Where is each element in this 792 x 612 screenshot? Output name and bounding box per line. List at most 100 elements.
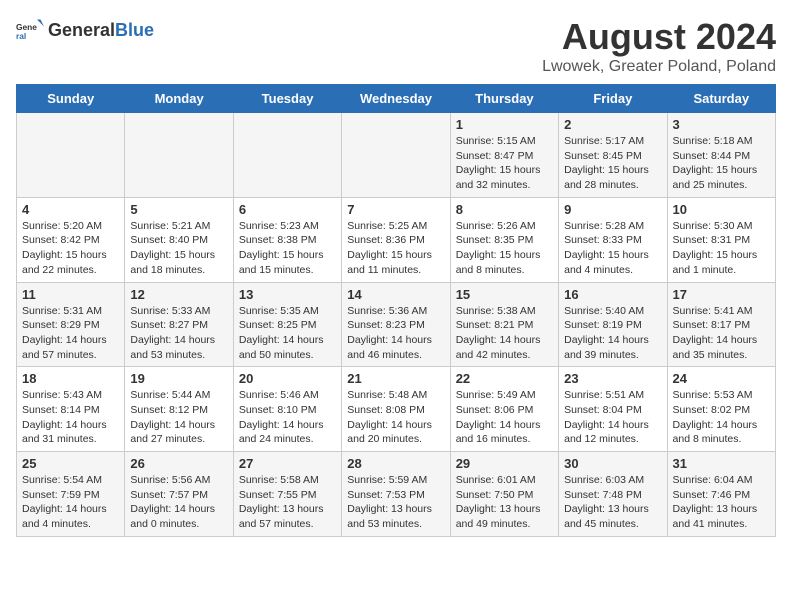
day-info: Sunrise: 5:21 AM Sunset: 8:40 PM Dayligh… bbox=[130, 219, 227, 278]
calendar-cell: 10 Sunrise: 5:30 AM Sunset: 8:31 PM Dayli… bbox=[667, 197, 775, 282]
day-info: Sunrise: 5:44 AM Sunset: 8:12 PM Dayligh… bbox=[130, 388, 227, 447]
day-number: 18 bbox=[22, 371, 119, 386]
day-info: Sunrise: 5:35 AM Sunset: 8:25 PM Dayligh… bbox=[239, 304, 336, 363]
calendar-header: SundayMondayTuesdayWednesdayThursdayFrid… bbox=[17, 85, 776, 113]
day-info: Sunrise: 5:30 AM Sunset: 8:31 PM Dayligh… bbox=[673, 219, 770, 278]
calendar-body: 1 Sunrise: 5:15 AM Sunset: 8:47 PM Daylig… bbox=[17, 113, 776, 537]
day-info: Sunrise: 5:18 AM Sunset: 8:44 PM Dayligh… bbox=[673, 134, 770, 193]
title-block: August 2024 Lwowek, Greater Poland, Pola… bbox=[542, 16, 776, 76]
day-info: Sunrise: 5:43 AM Sunset: 8:14 PM Dayligh… bbox=[22, 388, 119, 447]
logo-general-text: General bbox=[48, 20, 115, 40]
calendar-cell: 28 Sunrise: 5:59 AM Sunset: 7:53 PM Dayli… bbox=[342, 452, 450, 537]
day-info: Sunrise: 6:03 AM Sunset: 7:48 PM Dayligh… bbox=[564, 473, 661, 532]
calendar-cell: 25Sunrise: 5:54 AM Sunset: 7:59 PM Dayli… bbox=[17, 452, 125, 537]
day-number: 23 bbox=[564, 371, 661, 386]
day-info: Sunrise: 5:33 AM Sunset: 8:27 PM Dayligh… bbox=[130, 304, 227, 363]
calendar-week-row: 25Sunrise: 5:54 AM Sunset: 7:59 PM Dayli… bbox=[17, 452, 776, 537]
day-number: 5 bbox=[130, 202, 227, 217]
calendar-cell: 21 Sunrise: 5:48 AM Sunset: 8:08 PM Dayli… bbox=[342, 367, 450, 452]
page-header: Gene ral GeneralBlue August 2024 Lwowek,… bbox=[16, 16, 776, 76]
calendar-cell: 9 Sunrise: 5:28 AM Sunset: 8:33 PM Daylig… bbox=[559, 197, 667, 282]
calendar-cell: 18 Sunrise: 5:43 AM Sunset: 8:14 PM Dayli… bbox=[17, 367, 125, 452]
day-number: 29 bbox=[456, 456, 553, 471]
day-info: Sunrise: 5:23 AM Sunset: 8:38 PM Dayligh… bbox=[239, 219, 336, 278]
day-number: 13 bbox=[239, 287, 336, 302]
day-number: 6 bbox=[239, 202, 336, 217]
calendar-cell: 15 Sunrise: 5:38 AM Sunset: 8:21 PM Dayli… bbox=[450, 282, 558, 367]
day-info: Sunrise: 5:41 AM Sunset: 8:17 PM Dayligh… bbox=[673, 304, 770, 363]
calendar-cell: 11Sunrise: 5:31 AM Sunset: 8:29 PM Dayli… bbox=[17, 282, 125, 367]
calendar-week-row: 1 Sunrise: 5:15 AM Sunset: 8:47 PM Daylig… bbox=[17, 113, 776, 198]
calendar-cell: 12Sunrise: 5:33 AM Sunset: 8:27 PM Dayli… bbox=[125, 282, 233, 367]
day-number: 3 bbox=[673, 117, 770, 132]
day-number: 26 bbox=[130, 456, 227, 471]
calendar-week-row: 18 Sunrise: 5:43 AM Sunset: 8:14 PM Dayli… bbox=[17, 367, 776, 452]
day-info: Sunrise: 5:59 AM Sunset: 7:53 PM Dayligh… bbox=[347, 473, 444, 532]
calendar-cell bbox=[125, 113, 233, 198]
day-of-week-header: Wednesday bbox=[342, 85, 450, 113]
day-number: 1 bbox=[456, 117, 553, 132]
svg-text:ral: ral bbox=[16, 31, 26, 41]
calendar-cell: 4 Sunrise: 5:20 AM Sunset: 8:42 PM Daylig… bbox=[17, 197, 125, 282]
calendar-cell: 31Sunrise: 6:04 AM Sunset: 7:46 PM Dayli… bbox=[667, 452, 775, 537]
calendar-cell bbox=[342, 113, 450, 198]
day-number: 7 bbox=[347, 202, 444, 217]
logo-blue-text: Blue bbox=[115, 20, 154, 40]
day-number: 19 bbox=[130, 371, 227, 386]
calendar-cell: 26Sunrise: 5:56 AM Sunset: 7:57 PM Dayli… bbox=[125, 452, 233, 537]
day-number: 10 bbox=[673, 202, 770, 217]
day-number: 2 bbox=[564, 117, 661, 132]
calendar-cell: 30 Sunrise: 6:03 AM Sunset: 7:48 PM Dayli… bbox=[559, 452, 667, 537]
day-info: Sunrise: 5:49 AM Sunset: 8:06 PM Dayligh… bbox=[456, 388, 553, 447]
day-of-week-header: Thursday bbox=[450, 85, 558, 113]
day-info: Sunrise: 5:26 AM Sunset: 8:35 PM Dayligh… bbox=[456, 219, 553, 278]
day-number: 22 bbox=[456, 371, 553, 386]
day-number: 11 bbox=[22, 287, 119, 302]
day-info: Sunrise: 5:53 AM Sunset: 8:02 PM Dayligh… bbox=[673, 388, 770, 447]
calendar-cell: 14Sunrise: 5:36 AM Sunset: 8:23 PM Dayli… bbox=[342, 282, 450, 367]
day-number: 21 bbox=[347, 371, 444, 386]
calendar-table: SundayMondayTuesdayWednesdayThursdayFrid… bbox=[16, 84, 776, 537]
day-number: 20 bbox=[239, 371, 336, 386]
calendar-week-row: 11Sunrise: 5:31 AM Sunset: 8:29 PM Dayli… bbox=[17, 282, 776, 367]
calendar-cell: 22 Sunrise: 5:49 AM Sunset: 8:06 PM Dayli… bbox=[450, 367, 558, 452]
calendar-cell: 13 Sunrise: 5:35 AM Sunset: 8:25 PM Dayli… bbox=[233, 282, 341, 367]
day-number: 9 bbox=[564, 202, 661, 217]
day-number: 30 bbox=[564, 456, 661, 471]
page-title: August 2024 bbox=[542, 16, 776, 58]
day-info: Sunrise: 5:54 AM Sunset: 7:59 PM Dayligh… bbox=[22, 473, 119, 532]
day-info: Sunrise: 5:15 AM Sunset: 8:47 PM Dayligh… bbox=[456, 134, 553, 193]
day-of-week-header: Tuesday bbox=[233, 85, 341, 113]
day-info: Sunrise: 5:38 AM Sunset: 8:21 PM Dayligh… bbox=[456, 304, 553, 363]
day-number: 27 bbox=[239, 456, 336, 471]
day-number: 8 bbox=[456, 202, 553, 217]
day-number: 17 bbox=[673, 287, 770, 302]
day-info: Sunrise: 5:51 AM Sunset: 8:04 PM Dayligh… bbox=[564, 388, 661, 447]
calendar-cell: 29Sunrise: 6:01 AM Sunset: 7:50 PM Dayli… bbox=[450, 452, 558, 537]
calendar-cell: 6 Sunrise: 5:23 AM Sunset: 8:38 PM Daylig… bbox=[233, 197, 341, 282]
calendar-cell: 3 Sunrise: 5:18 AM Sunset: 8:44 PM Daylig… bbox=[667, 113, 775, 198]
day-number: 15 bbox=[456, 287, 553, 302]
day-of-week-header: Sunday bbox=[17, 85, 125, 113]
page-subtitle: Lwowek, Greater Poland, Poland bbox=[542, 58, 776, 76]
calendar-cell: 7Sunrise: 5:25 AM Sunset: 8:36 PM Daylig… bbox=[342, 197, 450, 282]
calendar-cell: 17 Sunrise: 5:41 AM Sunset: 8:17 PM Dayli… bbox=[667, 282, 775, 367]
day-number: 24 bbox=[673, 371, 770, 386]
logo: Gene ral GeneralBlue bbox=[16, 16, 154, 44]
logo-icon: Gene ral bbox=[16, 16, 44, 44]
day-number: 28 bbox=[347, 456, 444, 471]
calendar-cell: 27Sunrise: 5:58 AM Sunset: 7:55 PM Dayli… bbox=[233, 452, 341, 537]
day-of-week-header: Monday bbox=[125, 85, 233, 113]
calendar-week-row: 4 Sunrise: 5:20 AM Sunset: 8:42 PM Daylig… bbox=[17, 197, 776, 282]
day-info: Sunrise: 5:28 AM Sunset: 8:33 PM Dayligh… bbox=[564, 219, 661, 278]
day-info: Sunrise: 5:48 AM Sunset: 8:08 PM Dayligh… bbox=[347, 388, 444, 447]
day-number: 4 bbox=[22, 202, 119, 217]
day-info: Sunrise: 5:20 AM Sunset: 8:42 PM Dayligh… bbox=[22, 219, 119, 278]
day-number: 16 bbox=[564, 287, 661, 302]
calendar-cell: 1 Sunrise: 5:15 AM Sunset: 8:47 PM Daylig… bbox=[450, 113, 558, 198]
calendar-cell: 23 Sunrise: 5:51 AM Sunset: 8:04 PM Dayli… bbox=[559, 367, 667, 452]
calendar-cell bbox=[17, 113, 125, 198]
day-info: Sunrise: 5:46 AM Sunset: 8:10 PM Dayligh… bbox=[239, 388, 336, 447]
day-info: Sunrise: 5:36 AM Sunset: 8:23 PM Dayligh… bbox=[347, 304, 444, 363]
days-of-week-row: SundayMondayTuesdayWednesdayThursdayFrid… bbox=[17, 85, 776, 113]
